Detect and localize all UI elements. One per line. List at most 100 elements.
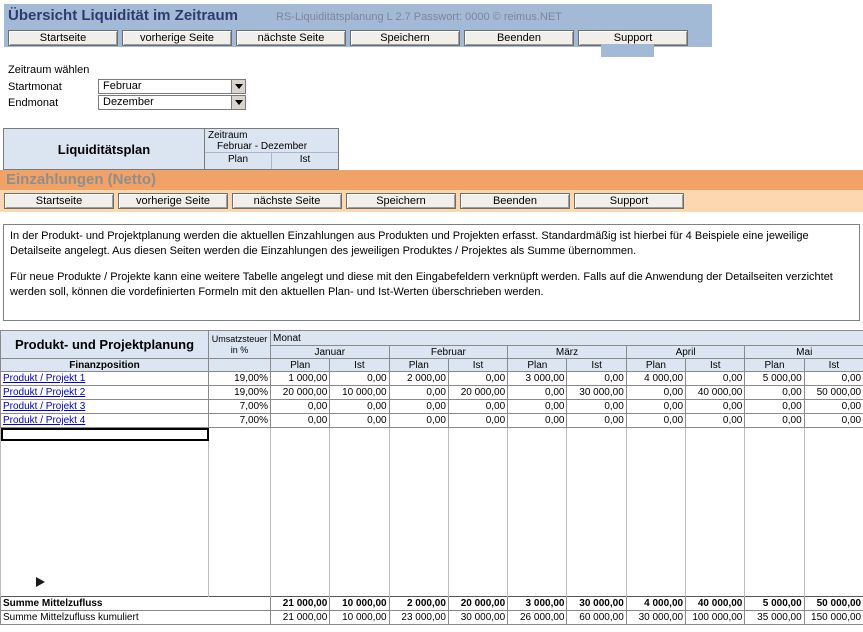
empty-cell[interactable]	[745, 545, 804, 558]
startseite-button[interactable]: Startseite	[8, 30, 118, 46]
value-cell[interactable]: 10 000,00	[330, 386, 389, 400]
empty-cell[interactable]	[567, 506, 626, 519]
vorherige-seite-button[interactable]: vorherige Seite	[122, 30, 232, 46]
empty-cell[interactable]	[330, 441, 389, 454]
empty-cell[interactable]	[567, 493, 626, 506]
empty-cell[interactable]	[330, 519, 389, 532]
empty-cell[interactable]	[209, 454, 271, 467]
empty-cell[interactable]	[1, 532, 209, 545]
empty-cell[interactable]	[686, 584, 745, 597]
value-cell[interactable]: 0,00	[686, 414, 745, 428]
empty-cell[interactable]	[271, 467, 330, 480]
empty-cell[interactable]	[209, 480, 271, 493]
summary-value-cell[interactable]: 21 000,00	[271, 597, 330, 611]
empty-cell[interactable]	[508, 584, 567, 597]
empty-cell[interactable]	[271, 480, 330, 493]
empty-cell[interactable]	[209, 584, 271, 597]
empty-cell[interactable]	[745, 519, 804, 532]
empty-cell[interactable]	[271, 493, 330, 506]
empty-cell[interactable]	[745, 467, 804, 480]
empty-cell[interactable]	[745, 571, 804, 584]
empty-cell[interactable]	[567, 480, 626, 493]
empty-cell[interactable]	[804, 519, 863, 532]
cumulative-value-cell[interactable]: 100 000,00	[686, 611, 745, 625]
empty-cell[interactable]	[389, 467, 448, 480]
empty-cell[interactable]	[508, 545, 567, 558]
empty-cell[interactable]	[745, 454, 804, 467]
empty-cell[interactable]	[271, 545, 330, 558]
empty-cell[interactable]	[1, 571, 209, 584]
summary-value-cell[interactable]: 2 000,00	[389, 597, 448, 611]
product-link[interactable]: Produkt / Projekt 1	[3, 373, 85, 384]
naechste-seite-button[interactable]: nächste Seite	[236, 30, 346, 46]
startmonat-select[interactable]: Februar	[98, 79, 246, 94]
empty-cell[interactable]	[626, 428, 685, 441]
empty-cell[interactable]	[508, 467, 567, 480]
value-cell[interactable]: 0,00	[745, 400, 804, 414]
value-cell[interactable]: 0,00	[389, 386, 448, 400]
empty-cell[interactable]	[567, 571, 626, 584]
empty-cell[interactable]	[508, 480, 567, 493]
empty-cell[interactable]	[448, 571, 507, 584]
empty-cell[interactable]	[626, 558, 685, 571]
value-cell[interactable]: 0,00	[804, 372, 863, 386]
empty-cell[interactable]	[804, 532, 863, 545]
value-cell[interactable]: 0,00	[448, 400, 507, 414]
empty-cell[interactable]	[686, 467, 745, 480]
empty-cell[interactable]	[1, 506, 209, 519]
cumulative-value-cell[interactable]: 21 000,00	[271, 611, 330, 625]
value-cell[interactable]: 0,00	[330, 372, 389, 386]
value-cell[interactable]: 0,00	[508, 400, 567, 414]
empty-cell[interactable]	[626, 441, 685, 454]
empty-cell[interactable]	[448, 454, 507, 467]
summary-value-cell[interactable]: 20 000,00	[448, 597, 507, 611]
empty-cell[interactable]	[271, 506, 330, 519]
empty-cell[interactable]	[686, 428, 745, 441]
empty-cell[interactable]	[508, 558, 567, 571]
empty-cell[interactable]	[745, 480, 804, 493]
empty-cell[interactable]	[1, 519, 209, 532]
empty-cell[interactable]	[567, 454, 626, 467]
empty-cell[interactable]	[626, 480, 685, 493]
support-button[interactable]: Support	[574, 193, 684, 209]
beenden-button[interactable]: Beenden	[460, 193, 570, 209]
value-cell[interactable]: 20 000,00	[448, 386, 507, 400]
empty-cell[interactable]	[389, 545, 448, 558]
empty-cell[interactable]	[330, 493, 389, 506]
value-cell[interactable]: 0,00	[508, 386, 567, 400]
empty-cell[interactable]	[330, 545, 389, 558]
empty-cell[interactable]	[686, 532, 745, 545]
value-cell[interactable]: 0,00	[745, 386, 804, 400]
empty-cell[interactable]	[804, 467, 863, 480]
cumulative-value-cell[interactable]: 10 000,00	[330, 611, 389, 625]
value-cell[interactable]: 0,00	[271, 400, 330, 414]
empty-cell[interactable]	[804, 493, 863, 506]
chevron-down-icon[interactable]	[231, 96, 245, 109]
empty-cell[interactable]	[508, 441, 567, 454]
empty-cell[interactable]	[209, 545, 271, 558]
cumulative-value-cell[interactable]: 26 000,00	[508, 611, 567, 625]
empty-cell[interactable]	[1, 584, 209, 597]
empty-cell[interactable]	[626, 519, 685, 532]
empty-cell[interactable]	[686, 571, 745, 584]
empty-cell[interactable]	[1, 493, 209, 506]
empty-cell[interactable]	[448, 519, 507, 532]
startseite-button[interactable]: Startseite	[4, 193, 114, 209]
empty-cell[interactable]	[686, 493, 745, 506]
chevron-down-icon[interactable]	[231, 80, 245, 93]
value-cell[interactable]: 40 000,00	[686, 386, 745, 400]
empty-cell[interactable]	[745, 584, 804, 597]
tax-cell[interactable]: 19,00%	[209, 386, 271, 400]
value-cell[interactable]: 0,00	[804, 414, 863, 428]
value-cell[interactable]: 0,00	[626, 414, 685, 428]
empty-cell[interactable]	[209, 519, 271, 532]
tax-cell[interactable]: 19,00%	[209, 372, 271, 386]
value-cell[interactable]: 0,00	[626, 386, 685, 400]
summary-value-cell[interactable]: 50 000,00	[804, 597, 863, 611]
empty-cell[interactable]	[804, 454, 863, 467]
value-cell[interactable]: 1 000,00	[271, 372, 330, 386]
empty-cell[interactable]	[330, 584, 389, 597]
empty-cell[interactable]	[804, 584, 863, 597]
empty-cell[interactable]	[626, 506, 685, 519]
value-cell[interactable]: 3 000,00	[508, 372, 567, 386]
